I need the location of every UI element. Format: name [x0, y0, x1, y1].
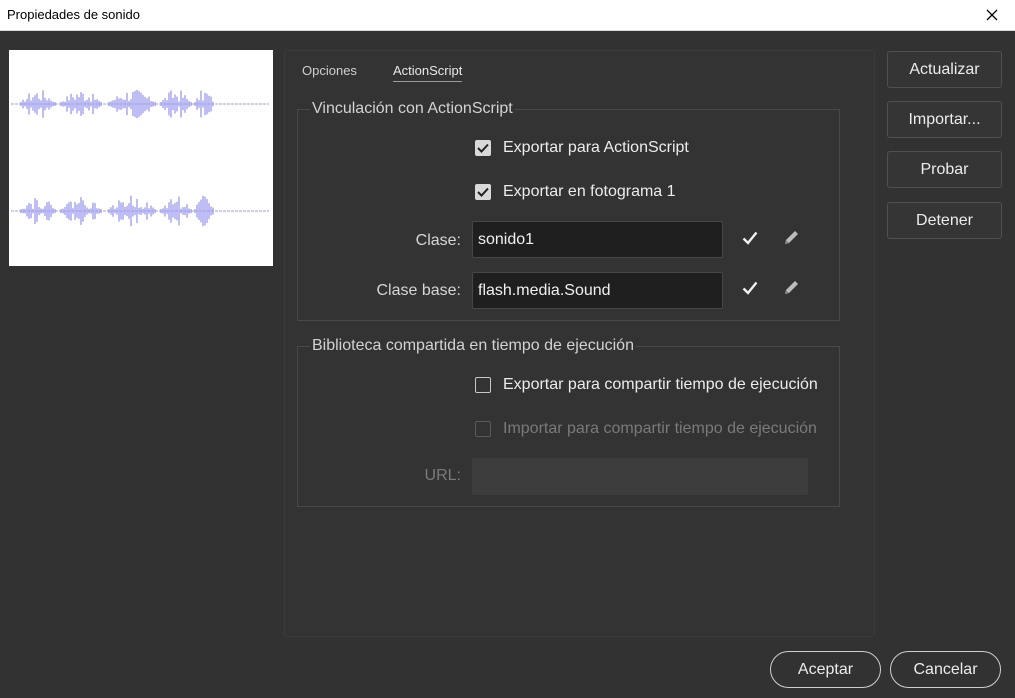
validate-base-class-button[interactable]	[739, 277, 761, 299]
class-input[interactable]: sonido1	[472, 221, 723, 258]
export-runtime-checkbox[interactable]: Exportar para compartir tiempo de ejecuc…	[475, 376, 818, 394]
base-class-value: flash.media.Sound	[478, 281, 611, 299]
linkage-legend: Vinculación con ActionScript	[310, 100, 515, 118]
checkbox-checked-icon	[475, 184, 491, 200]
tab-opciones[interactable]: Opciones	[302, 63, 357, 81]
class-value: sonido1	[478, 230, 535, 248]
cancel-button[interactable]: Cancelar	[890, 651, 1001, 688]
checkbox-unchecked-icon	[475, 421, 491, 437]
tab-actionscript[interactable]: ActionScript	[393, 63, 463, 82]
shared-library-group: Biblioteca compartida en tiempo de ejecu…	[297, 337, 840, 507]
base-class-label: Clase base:	[376, 282, 462, 299]
export-runtime-label: Exportar para compartir tiempo de ejecuc…	[503, 376, 818, 393]
waveform-graphic	[11, 89, 269, 227]
waveform-preview	[9, 50, 273, 266]
checkmark-icon	[742, 231, 758, 245]
base-class-input[interactable]: flash.media.Sound	[472, 272, 723, 309]
import-button[interactable]: Importar...	[887, 101, 1002, 138]
linkage-group: Vinculación con ActionScript Exportar pa…	[297, 100, 840, 321]
url-input[interactable]	[472, 458, 808, 495]
shared-library-legend: Biblioteca compartida en tiempo de ejecu…	[310, 337, 636, 355]
import-runtime-checkbox[interactable]: Importar para compartir tiempo de ejecuc…	[475, 420, 817, 438]
ok-button[interactable]: Aceptar	[770, 651, 881, 688]
checkbox-checked-icon	[475, 140, 491, 156]
pencil-icon	[785, 281, 798, 294]
edit-class-button[interactable]	[780, 227, 802, 249]
export-actionscript-checkbox[interactable]: Exportar para ActionScript	[475, 139, 689, 157]
export-actionscript-label: Exportar para ActionScript	[503, 139, 689, 156]
url-label: URL:	[424, 467, 461, 484]
close-icon	[986, 9, 998, 21]
properties-panel: Opciones ActionScript Vinculación con Ac…	[284, 50, 875, 637]
title-bar: Propiedades de sonido	[0, 0, 1015, 31]
stop-button[interactable]: Detener	[887, 202, 1002, 239]
checkmark-icon	[742, 281, 758, 295]
edit-base-class-button[interactable]	[780, 277, 802, 299]
checkbox-unchecked-icon	[475, 377, 491, 393]
close-button[interactable]	[969, 0, 1015, 30]
test-button[interactable]: Probar	[887, 151, 1002, 188]
export-frame1-label: Exportar en fotograma 1	[503, 183, 676, 200]
import-runtime-label: Importar para compartir tiempo de ejecuc…	[503, 420, 817, 437]
export-frame1-checkbox[interactable]: Exportar en fotograma 1	[475, 183, 676, 201]
validate-class-button[interactable]	[739, 227, 761, 249]
window-title: Propiedades de sonido	[7, 7, 140, 22]
class-label: Clase:	[415, 232, 461, 249]
update-button[interactable]: Actualizar	[887, 51, 1002, 88]
pencil-icon	[785, 231, 798, 244]
